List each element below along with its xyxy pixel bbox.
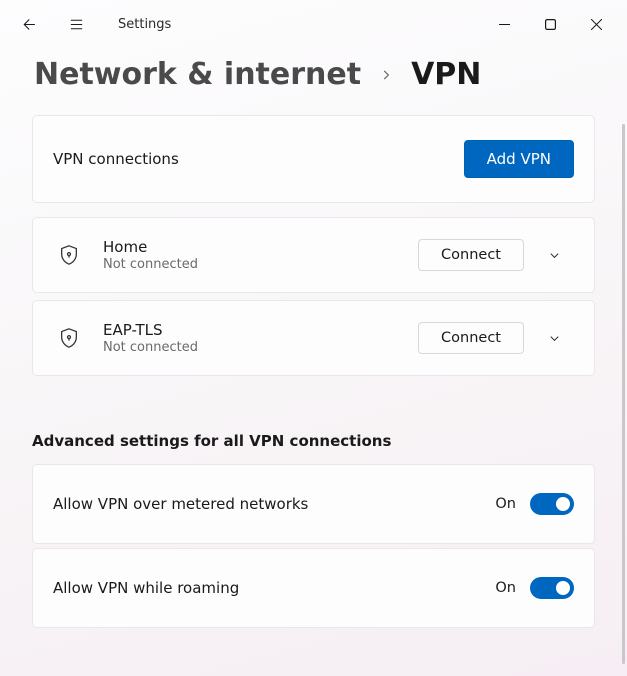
scrollbar[interactable] xyxy=(622,124,625,664)
shield-lock-icon xyxy=(53,327,85,349)
vpn-item[interactable]: EAP-TLS Not connected Connect xyxy=(32,300,595,376)
connect-button[interactable]: Connect xyxy=(418,322,524,354)
close-button[interactable] xyxy=(573,8,619,40)
maximize-button[interactable] xyxy=(527,8,573,40)
advanced-section-title: Advanced settings for all VPN connection… xyxy=(32,432,595,450)
window-title: Settings xyxy=(118,17,171,32)
toggle-row-metered: Allow VPN over metered networks On xyxy=(32,464,595,544)
breadcrumb-current: VPN xyxy=(411,58,481,91)
add-vpn-button[interactable]: Add VPN xyxy=(464,140,574,178)
vpn-item[interactable]: Home Not connected Connect xyxy=(32,217,595,293)
vpn-name: EAP-TLS xyxy=(103,321,418,339)
content-area: VPN connections Add VPN Home Not connect… xyxy=(0,115,627,628)
vpn-connections-header: VPN connections Add VPN xyxy=(32,115,595,203)
vpn-status: Not connected xyxy=(103,340,418,355)
toggle-switch[interactable] xyxy=(530,577,574,599)
connect-button[interactable]: Connect xyxy=(418,239,524,271)
chevron-right-icon xyxy=(379,63,393,87)
toggle-label: Allow VPN over metered networks xyxy=(53,495,495,513)
shield-lock-icon xyxy=(53,244,85,266)
vpn-status: Not connected xyxy=(103,257,418,272)
vpn-name: Home xyxy=(103,238,418,256)
breadcrumb-parent[interactable]: Network & internet xyxy=(34,58,361,91)
toggle-row-roaming: Allow VPN while roaming On xyxy=(32,548,595,628)
toggle-label: Allow VPN while roaming xyxy=(53,579,495,597)
menu-button[interactable] xyxy=(56,4,96,44)
toggle-state: On xyxy=(495,496,516,512)
titlebar: Settings xyxy=(0,0,627,48)
expand-button[interactable] xyxy=(534,248,574,263)
expand-button[interactable] xyxy=(534,331,574,346)
toggle-switch[interactable] xyxy=(530,493,574,515)
vpn-connections-label: VPN connections xyxy=(53,150,464,168)
toggle-state: On xyxy=(495,580,516,596)
vpn-list: Home Not connected Connect EAP-TLS Not c… xyxy=(32,217,595,376)
minimize-button[interactable] xyxy=(481,8,527,40)
back-button[interactable] xyxy=(8,4,48,44)
breadcrumb: Network & internet VPN xyxy=(0,48,627,115)
